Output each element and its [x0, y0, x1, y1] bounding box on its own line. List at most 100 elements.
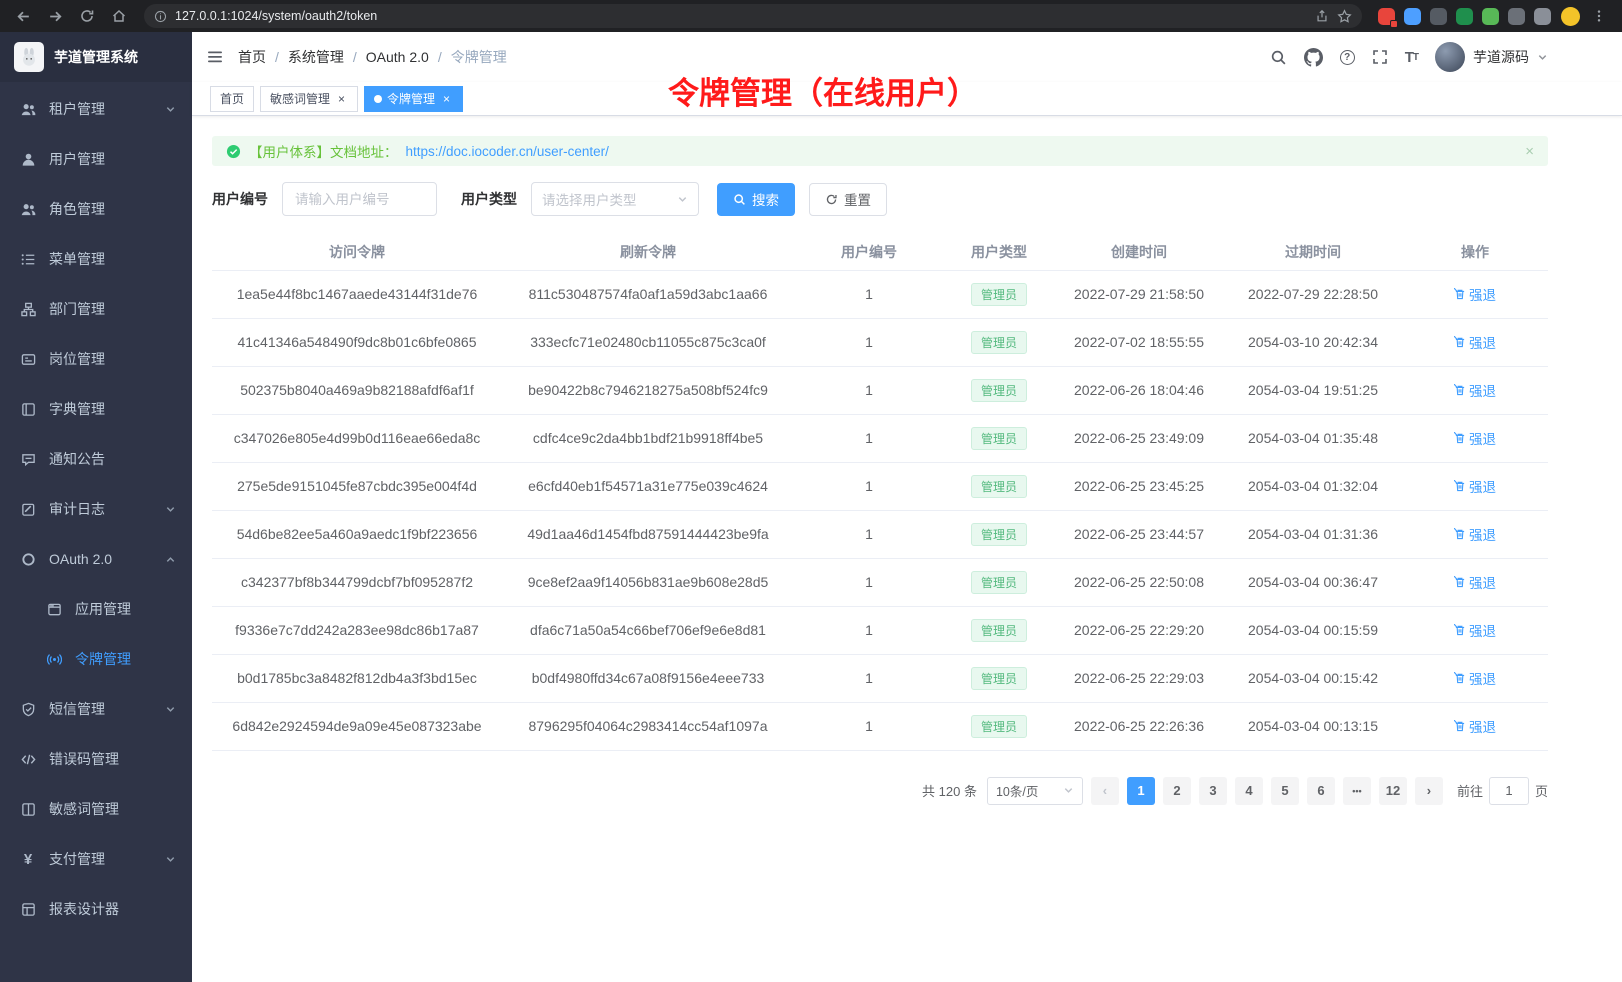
back-icon[interactable] [10, 3, 36, 29]
user-id-cell: 1 [794, 270, 944, 318]
close-icon[interactable]: × [440, 92, 453, 105]
page-button-6[interactable]: 6 [1307, 777, 1335, 805]
fullscreen-icon[interactable] [1372, 49, 1388, 65]
sidebar-item-dept[interactable]: 部门管理 [0, 284, 192, 334]
reset-button[interactable]: 重置 [809, 183, 887, 216]
sidebar-item-audit[interactable]: 审计日志 [0, 484, 192, 534]
tab-敏感词管理[interactable]: 敏感词管理× [260, 86, 358, 112]
force-logout-button[interactable]: 强退 [1454, 668, 1496, 688]
force-logout-button[interactable]: 强退 [1454, 476, 1496, 496]
created-time-cell: 2022-06-25 22:50:08 [1054, 558, 1224, 606]
address-bar[interactable]: 127.0.0.1:1024/system/oauth2/token [144, 4, 1362, 28]
force-logout-button[interactable]: 强退 [1454, 332, 1496, 352]
page-button-4[interactable]: 4 [1235, 777, 1263, 805]
user-menu[interactable]: 芋道源码 [1435, 42, 1548, 72]
next-page-button[interactable]: › [1415, 777, 1443, 805]
close-icon[interactable]: × [335, 92, 348, 105]
extension-red[interactable] [1378, 8, 1395, 25]
sidebar-item-user[interactable]: 用户管理 [0, 134, 192, 184]
alert-close-icon[interactable]: × [1525, 143, 1534, 160]
sidebar-item-post[interactable]: 岗位管理 [0, 334, 192, 384]
expire-time-cell: 2054-03-10 20:42:34 [1224, 318, 1402, 366]
chat-icon [20, 452, 36, 467]
user-id-cell: 1 [794, 702, 944, 750]
sidebar-item-errcode[interactable]: 错误码管理 [0, 734, 192, 784]
sidebar-item-sms[interactable]: 短信管理 [0, 684, 192, 734]
user-type-select[interactable]: 请选择用户类型 [531, 182, 699, 216]
force-logout-button[interactable]: 强退 [1454, 524, 1496, 544]
extension-gray[interactable] [1508, 8, 1525, 25]
hamburger-icon[interactable] [206, 48, 224, 66]
chevron-down-icon [165, 854, 176, 865]
force-logout-button[interactable]: 强退 [1454, 284, 1496, 304]
breadcrumb-item[interactable]: 系统管理 [288, 47, 344, 67]
tree-icon [20, 302, 36, 317]
search-icon[interactable] [1270, 49, 1287, 66]
tab-令牌管理[interactable]: 令牌管理× [364, 86, 463, 112]
sidebar-item-report[interactable]: 报表设计器 [0, 884, 192, 934]
browser-menu-icon[interactable] [1586, 3, 1612, 29]
extension-dark[interactable] [1430, 8, 1447, 25]
page-button-12[interactable]: 12 [1379, 777, 1407, 805]
expire-time-cell: 2054-03-04 00:36:47 [1224, 558, 1402, 606]
home-icon[interactable] [106, 3, 132, 29]
github-icon[interactable] [1304, 48, 1323, 67]
extension-slate[interactable] [1534, 8, 1551, 25]
user-id-input[interactable] [282, 182, 437, 216]
trash-icon [1454, 384, 1466, 396]
user-type-cell: 管理员 [944, 702, 1054, 750]
app-logo[interactable]: 芋道管理系统 [0, 32, 192, 82]
info-alert: 【用户体系】文档地址： https://doc.iocoder.cn/user-… [212, 136, 1548, 166]
force-logout-label: 强退 [1469, 380, 1496, 400]
reload-icon[interactable] [74, 3, 100, 29]
force-logout-label: 强退 [1469, 428, 1496, 448]
sidebar-item-label: 令牌管理 [75, 649, 131, 669]
page-button-3[interactable]: 3 [1199, 777, 1227, 805]
refresh-token-cell: 333ecfc71e02480cb11055c875c3ca0f [502, 318, 794, 366]
extension-green[interactable] [1482, 8, 1499, 25]
page-button-2[interactable]: 2 [1163, 777, 1191, 805]
sidebar-item-sensitive[interactable]: 敏感词管理 [0, 784, 192, 834]
goto-page-input[interactable] [1489, 777, 1529, 805]
page-ellipsis-button[interactable]: ••• [1343, 777, 1371, 805]
force-logout-button[interactable]: 强退 [1454, 428, 1496, 448]
filter-form: 用户编号 用户类型 请选择用户类型 搜索 [212, 182, 1548, 216]
breadcrumb-item[interactable]: OAuth 2.0 [366, 49, 429, 65]
bookmark-star-icon[interactable] [1337, 9, 1352, 24]
tab-首页[interactable]: 首页 [210, 86, 254, 112]
sidebar-item-oauth2[interactable]: OAuth 2.0 [0, 534, 192, 584]
breadcrumb-item[interactable]: 首页 [238, 47, 266, 67]
sidebar-item-pay[interactable]: ¥支付管理 [0, 834, 192, 884]
force-logout-button[interactable]: 强退 [1454, 380, 1496, 400]
share-icon[interactable] [1315, 9, 1329, 23]
trash-icon [1454, 624, 1466, 636]
sidebar-item-oauth2-token[interactable]: 令牌管理 [0, 634, 192, 684]
user-type-tag: 管理员 [971, 331, 1027, 354]
sidebar-item-notice[interactable]: 通知公告 [0, 434, 192, 484]
page-button-1[interactable]: 1 [1127, 777, 1155, 805]
sidebar-item-dict[interactable]: 字典管理 [0, 384, 192, 434]
force-logout-button[interactable]: 强退 [1454, 620, 1496, 640]
sidebar-item-role[interactable]: 角色管理 [0, 184, 192, 234]
extension-green-dark[interactable] [1456, 8, 1473, 25]
sidebar-item-tenant[interactable]: 租户管理 [0, 84, 192, 134]
forward-icon[interactable] [42, 3, 68, 29]
browser-profile-avatar[interactable] [1561, 7, 1580, 26]
browser-toolbar: 127.0.0.1:1024/system/oauth2/token [0, 0, 1622, 32]
force-logout-button[interactable]: 强退 [1454, 716, 1496, 736]
force-logout-button[interactable]: 强退 [1454, 572, 1496, 592]
font-size-icon[interactable]: TT [1405, 49, 1418, 66]
help-icon[interactable]: ? [1340, 50, 1355, 65]
extension-blue[interactable] [1404, 8, 1421, 25]
prev-page-button[interactable]: ‹ [1091, 777, 1119, 805]
goto-suffix: 页 [1535, 781, 1548, 800]
alert-doc-link[interactable]: https://doc.iocoder.cn/user-center/ [406, 144, 609, 159]
site-info-icon[interactable] [154, 10, 167, 23]
page-size-select[interactable]: 10条/页 [987, 777, 1083, 805]
expire-time-cell: 2054-03-04 01:32:04 [1224, 462, 1402, 510]
sidebar-item-menu[interactable]: 菜单管理 [0, 234, 192, 284]
sidebar-item-oauth2-app[interactable]: 应用管理 [0, 584, 192, 634]
pagination: 共 120 条 10条/页 ‹ 123456•••12 › 前往 页 [212, 777, 1548, 805]
page-button-5[interactable]: 5 [1271, 777, 1299, 805]
search-button[interactable]: 搜索 [717, 183, 795, 216]
